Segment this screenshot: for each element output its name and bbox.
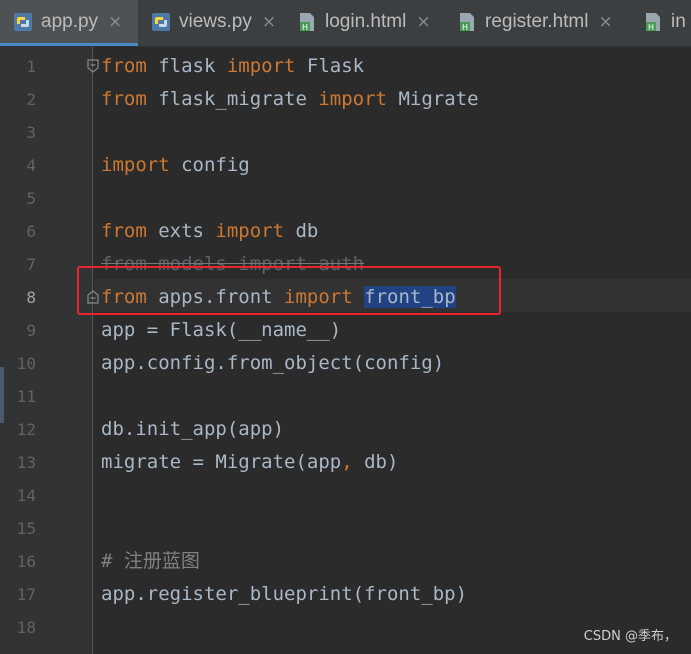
code-line-17: app.register_blueprint(front_bp) [101,583,468,605]
module-name: flask_migrate [146,88,319,110]
line-number: 9 [26,321,36,340]
code-line-6: from exts import db [101,215,318,248]
line-number: 1 [26,57,36,76]
code-line-1: from flask import Flask [101,50,364,83]
html-file-icon: H [460,13,474,32]
keyword: import [318,88,387,110]
code-line-13: migrate = Migrate(app, db) [101,446,398,479]
line-number: 7 [26,255,36,274]
line-number: 4 [26,156,36,175]
close-icon[interactable]: × [416,13,430,31]
tab-label: login.html [325,11,407,32]
line-number: 14 [16,486,36,505]
close-icon[interactable]: × [262,13,276,31]
html-file-icon: H [646,13,660,32]
import-name: Flask [295,55,365,77]
close-icon[interactable]: × [108,13,122,31]
annotation-highlight-box [77,266,501,315]
import-name: db [284,220,319,242]
line-number: 13 [16,453,36,472]
keyword: import [226,55,296,77]
tab-label: register.html [485,11,589,32]
line-number: 5 [26,189,36,208]
line-number: 12 [16,420,36,439]
code-line-12: db.init_app(app) [101,418,285,440]
tab-label: in [671,11,686,32]
tab-register-html[interactable]: H register.html × [444,0,630,44]
line-number: 18 [16,618,36,637]
python-file-icon [152,13,170,31]
line-number: 6 [26,222,36,241]
keyword: from [101,88,147,110]
watermark: CSDN @季布， [583,629,677,644]
fold-start-icon[interactable] [86,59,100,73]
python-file-icon [14,13,32,31]
tab-label: views.py [179,11,252,32]
code-fragment: migrate = Migrate(app [101,451,342,473]
line-number: 15 [16,519,36,538]
tab-views-py[interactable]: views.py × [138,0,284,44]
line-number: 16 [16,552,36,571]
keyword: import [101,154,170,176]
code-line-9: app = Flask(__name__) [101,319,342,341]
code-line-2: from flask_migrate import Migrate [101,83,479,116]
keyword: from [101,220,147,242]
keyword: import [215,220,285,242]
tab-app-py[interactable]: app.py × [0,0,138,46]
module-name: flask [146,55,227,77]
line-number: 2 [26,90,36,109]
line-number: 11 [16,387,36,406]
line-number-current: 8 [26,288,36,307]
tab-label: app.py [41,11,99,32]
code-editor[interactable]: 1 2 3 4 5 6 7 8 9 10 11 12 13 14 15 16 1… [0,47,691,654]
line-number: 17 [16,585,36,604]
close-icon[interactable]: × [598,13,612,31]
code-fragment: db) [352,451,399,473]
tab-index-html[interactable]: H in [630,0,691,44]
html-file-icon: H [300,13,314,32]
editor-tab-bar: app.py × views.py × H login.html × H reg… [0,0,691,47]
keyword: from [101,55,147,77]
comma: , [341,451,353,473]
import-name: config [169,154,250,176]
svg-text:H: H [302,23,308,32]
tab-login-html[interactable]: H login.html × [284,0,444,44]
module-name: exts [146,220,216,242]
code-line-4: import config [101,149,250,182]
line-number: 10 [16,354,36,373]
line-number-gutter: 1 2 3 4 5 6 7 8 9 10 11 12 13 14 15 16 1… [0,47,93,654]
line-number: 3 [26,123,36,142]
import-name: Migrate [387,88,479,110]
code-line-10: app.config.from_object(config) [101,352,445,374]
svg-text:H: H [648,23,654,32]
code-line-16-comment: # 注册蓝图 [101,550,200,572]
svg-text:H: H [462,23,468,32]
